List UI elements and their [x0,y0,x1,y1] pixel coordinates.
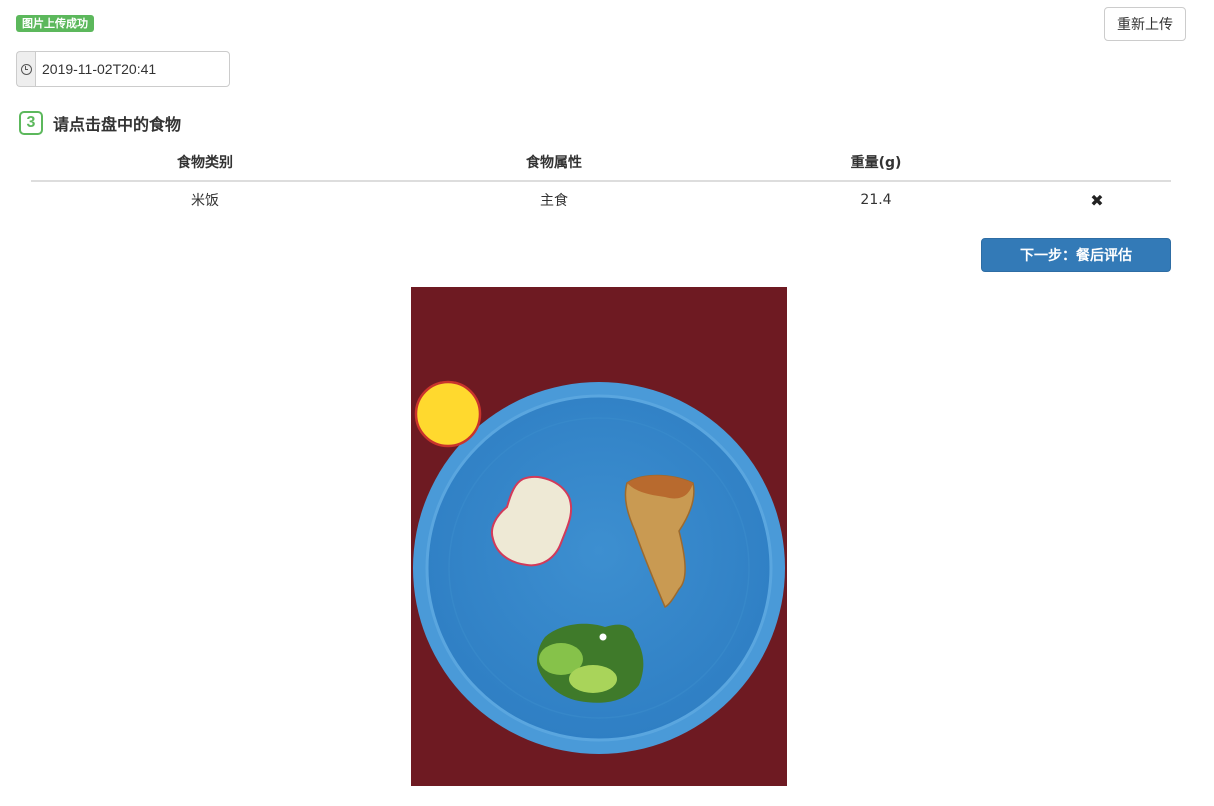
food-category-cell: 米饭 [191,193,219,209]
food-table: 食物类别 食物属性 重量(g) 米饭 主食 21.4 ✖ [31,143,1171,218]
datetime-input[interactable] [35,51,230,87]
step-number-badge: 3 [19,111,43,135]
clock-icon [20,63,32,75]
food-attribute-cell: 主食 [540,193,568,209]
column-header-action [1023,143,1171,182]
reupload-button[interactable]: 重新上传 [1104,7,1186,41]
column-header-attribute: 食物属性 [379,143,729,182]
clock-addon [16,51,35,87]
step-title: 请点击盘中的食物 [53,115,182,134]
column-header-weight: 重量(g) [729,143,1023,182]
column-header-category: 食物类别 [31,143,379,182]
close-icon[interactable]: ✖ [1090,191,1103,210]
table-row: 米饭 主食 21.4 ✖ [31,181,1171,218]
datetime-field [16,51,230,87]
upload-success-badge: 图片上传成功 [16,15,94,32]
reference-coin[interactable] [414,380,482,448]
food-plate-image[interactable] [411,287,787,786]
step-header: 3 请点击盘中的食物 [19,111,181,135]
delete-cell: ✖ [1023,181,1171,218]
next-step-button[interactable]: 下一步：餐后评估 [981,238,1171,272]
food-weight-cell: 21.4 [860,192,892,208]
table-header-row: 食物类别 食物属性 重量(g) [31,143,1171,182]
